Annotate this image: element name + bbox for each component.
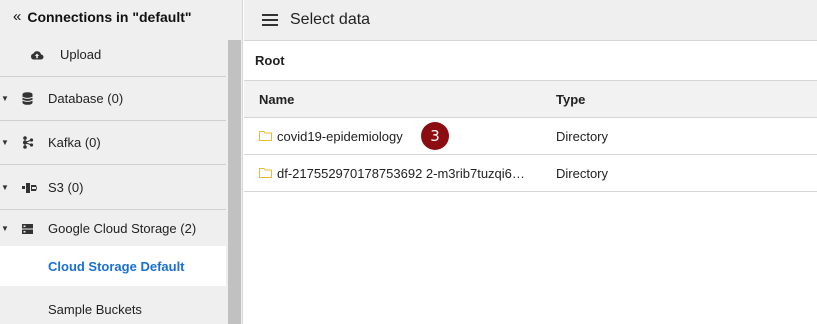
column-header-type[interactable]: Type (556, 92, 585, 107)
storage-icon (22, 223, 44, 234)
connections-sidebar: « Connections in "default" Upload ▼ Data… (0, 0, 243, 324)
row-name: df-217552970178753692 2-m3rib7tuzqi6… (277, 166, 525, 181)
row-name: covid19-epidemiology (277, 129, 403, 144)
folder-icon (259, 129, 272, 144)
sidebar-child-sample-buckets[interactable]: Sample Buckets (0, 289, 226, 324)
caret-down-icon[interactable]: ▼ (0, 138, 10, 147)
row-name-cell: df-217552970178753692 2-m3rib7tuzqi6… (259, 155, 539, 192)
row-name-cell: covid19-epidemiology (259, 118, 539, 155)
sidebar-scrollbar[interactable] (228, 40, 241, 324)
sidebar-item-label: Kafka (0) (48, 135, 101, 150)
caret-down-icon[interactable]: ▼ (0, 94, 10, 103)
sidebar-title: Connections in "default" (27, 8, 192, 25)
step-badge: 3 (421, 122, 449, 150)
upload-button[interactable]: Upload (0, 33, 226, 77)
table-row[interactable]: df-217552970178753692 2-m3rib7tuzqi6… Di… (244, 155, 817, 192)
menu-icon[interactable] (262, 14, 278, 26)
table-header: Name Type (244, 81, 817, 118)
database-icon (22, 92, 44, 105)
page-title: Select data (290, 11, 371, 28)
column-header-name[interactable]: Name (259, 92, 294, 107)
folder-icon (259, 166, 272, 181)
row-type: Directory (556, 129, 609, 144)
sidebar-item-google-cloud-storage[interactable]: ▼ Google Cloud Storage (2) (0, 211, 226, 246)
double-chevron-left-icon[interactable]: « (13, 8, 21, 25)
s3-icon (22, 182, 44, 194)
sidebar-header[interactable]: « Connections in "default" (0, 0, 242, 33)
main-panel: Select data Root Name Type covid19-epide… (244, 0, 817, 324)
row-type: Directory (556, 166, 609, 181)
sidebar-child-cloud-storage-default[interactable]: Cloud Storage Default (0, 246, 226, 286)
sidebar-item-database[interactable]: ▼ Database (0) (0, 77, 226, 121)
breadcrumb-root[interactable]: Root (255, 53, 285, 68)
sidebar-item-label: S3 (0) (48, 180, 84, 195)
sidebar-item-s3[interactable]: ▼ S3 (0) (0, 166, 226, 210)
caret-down-icon[interactable]: ▼ (0, 224, 10, 233)
sidebar-item-label: Google Cloud Storage (2) (48, 221, 197, 236)
sidebar-item-kafka[interactable]: ▼ Kafka (0) (0, 121, 226, 165)
upload-label: Upload (60, 47, 102, 62)
sidebar-item-label: Database (0) (48, 91, 124, 106)
caret-down-icon[interactable]: ▼ (0, 183, 10, 192)
top-bar: Select data (244, 0, 817, 41)
table-row[interactable]: covid19-epidemiology Directory (244, 118, 817, 155)
breadcrumb: Root (244, 41, 817, 81)
cloud-upload-icon (30, 49, 56, 61)
kafka-icon (22, 136, 44, 149)
